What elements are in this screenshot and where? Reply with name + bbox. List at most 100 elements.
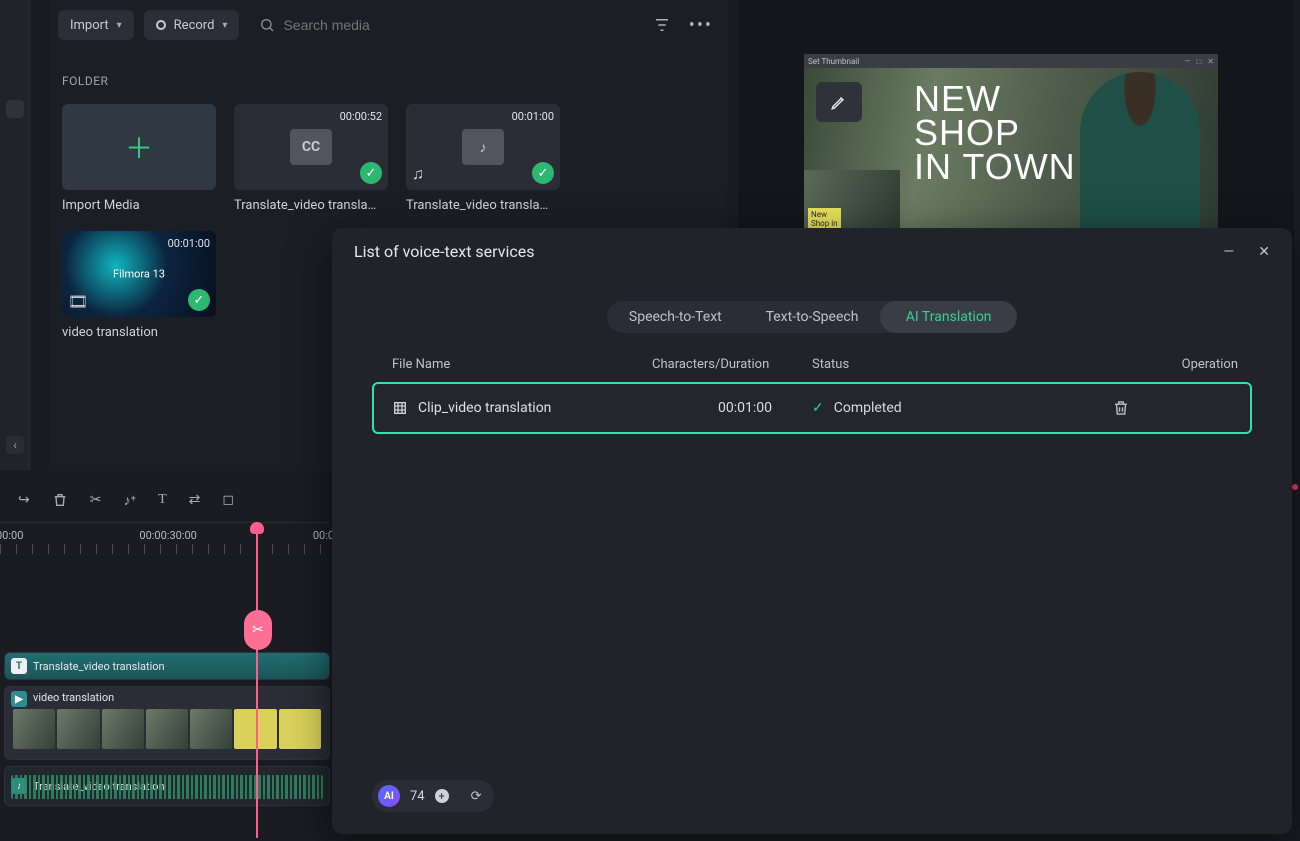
more-icon[interactable]: ••• bbox=[689, 15, 713, 36]
close-icon[interactable]: ✕ bbox=[1207, 57, 1214, 66]
subtitle-track[interactable]: T Translate_video translation bbox=[4, 652, 330, 680]
media-thumb[interactable]: 00:01:00 ♪ ♫ ✓ bbox=[406, 104, 560, 190]
timeline-ruler[interactable]: 00:00 00:00:30:00 00:0 bbox=[0, 522, 330, 564]
translate-icon[interactable]: ⇄ bbox=[189, 492, 201, 508]
plus-icon: ＋ bbox=[125, 127, 153, 167]
tab-speech-to-text[interactable]: Speech-to-Text bbox=[607, 301, 744, 333]
cc-icon: CC bbox=[290, 129, 332, 165]
modal-minimize-button[interactable]: — bbox=[1223, 244, 1234, 260]
refresh-icon[interactable]: ⟳ bbox=[471, 789, 482, 804]
person-graphic bbox=[1080, 72, 1200, 232]
track-type-icon: T bbox=[11, 658, 27, 674]
check-icon: ✓ bbox=[188, 289, 210, 311]
row-duration: 00:01:00 bbox=[652, 400, 812, 416]
modal-close-button[interactable]: ✕ bbox=[1258, 244, 1270, 260]
preview-titlebar: Set Thumbnail — □ ✕ bbox=[804, 54, 1218, 68]
row-status: ✓ Completed bbox=[812, 400, 1112, 416]
preview-window: Set Thumbnail — □ ✕ NewShop in NEW SHOP … bbox=[804, 54, 1218, 234]
split-handle[interactable]: ✂ bbox=[244, 610, 272, 650]
media-name: Translate_video transla… bbox=[406, 198, 560, 213]
record-dropdown[interactable]: Record ▾ bbox=[144, 10, 240, 40]
preview-headline: NEW SHOP IN TOWN bbox=[914, 82, 1076, 185]
filter-icon[interactable] bbox=[653, 16, 671, 34]
modal-title: List of voice-text services bbox=[354, 242, 534, 261]
crop-icon[interactable]: ◻ bbox=[222, 492, 234, 508]
media-thumb[interactable]: 00:01:00 Filmora 13 🎞 ✓ bbox=[62, 231, 216, 317]
record-label: Record bbox=[174, 18, 215, 33]
brand-text: Filmora 13 bbox=[113, 268, 165, 281]
add-credits-button[interactable]: + bbox=[435, 789, 449, 803]
rail-collapse-btn[interactable]: ‹ bbox=[6, 436, 24, 454]
modal-header: List of voice-text services — ✕ bbox=[332, 228, 1292, 275]
redo-icon[interactable]: ↪ bbox=[18, 492, 30, 508]
audio-track[interactable]: ♪ Translate_video translation bbox=[4, 766, 330, 806]
credits-count: 74 bbox=[410, 789, 425, 804]
voice-text-services-modal: List of voice-text services — ✕ Speech-t… bbox=[332, 228, 1292, 834]
col-duration: Characters/Duration bbox=[652, 357, 812, 372]
table-row[interactable]: Clip_video translation 00:01:00 ✓ Comple… bbox=[372, 382, 1252, 434]
record-icon bbox=[156, 20, 166, 30]
ruler-tick: 00:0 bbox=[313, 529, 334, 542]
duration-badge: 00:01:00 bbox=[168, 237, 210, 250]
ruler-tick: 00:00:30:00 bbox=[139, 529, 196, 542]
pip-tag: NewShop in bbox=[808, 208, 841, 230]
row-delete-button[interactable] bbox=[1112, 399, 1238, 417]
col-file: File Name bbox=[392, 357, 652, 372]
modal-tabs: Speech-to-Text Text-to-Speech AI Transla… bbox=[607, 301, 1017, 333]
duration-badge: 00:01:00 bbox=[512, 110, 554, 123]
media-name: Translate_video transla… bbox=[234, 198, 388, 213]
left-tool-rail bbox=[0, 0, 30, 470]
pip-thumbnail: NewShop in bbox=[804, 170, 900, 234]
ai-icon: AI bbox=[378, 785, 400, 807]
media-item[interactable]: 00:00:52 CC ✓ Translate_video transla… bbox=[234, 104, 388, 213]
notification-dot bbox=[1292, 484, 1298, 490]
check-icon: ✓ bbox=[532, 162, 554, 184]
minimize-icon[interactable]: — bbox=[1184, 57, 1190, 66]
search-wrap bbox=[249, 17, 642, 33]
chevron-down-icon: ▾ bbox=[117, 20, 122, 31]
timeline-toolbar: ↪ ✂ ♪⁺ T ⇄ ◻ bbox=[0, 482, 330, 518]
media-item-import[interactable]: ＋ Import Media bbox=[62, 104, 216, 213]
audio-file-icon: ♪ bbox=[462, 129, 504, 165]
preview-frame: NewShop in NEW SHOP IN TOWN bbox=[804, 68, 1218, 234]
preview-title: Set Thumbnail bbox=[808, 57, 859, 66]
media-name: video translation bbox=[62, 325, 216, 340]
playhead[interactable] bbox=[256, 522, 258, 838]
tab-text-to-speech[interactable]: Text-to-Speech bbox=[744, 301, 881, 333]
row-file: Clip_video translation bbox=[392, 400, 652, 416]
search-input[interactable] bbox=[283, 17, 483, 33]
import-label: Import bbox=[70, 18, 109, 33]
music-note-icon: ♫ bbox=[412, 164, 424, 184]
media-item[interactable]: 00:01:00 ♪ ♫ ✓ Translate_video transla… bbox=[406, 104, 560, 213]
media-thumb[interactable]: 00:00:52 CC ✓ bbox=[234, 104, 388, 190]
table-header: File Name Characters/Duration Status Ope… bbox=[332, 333, 1292, 382]
edit-thumbnail-button[interactable] bbox=[816, 82, 862, 122]
import-thumb[interactable]: ＋ bbox=[62, 104, 216, 190]
ruler-tick: 00:00 bbox=[0, 529, 23, 542]
media-topbar: Import ▾ Record ▾ ••• bbox=[50, 0, 727, 50]
track-label: Translate_video translation bbox=[33, 660, 165, 673]
track-label: video translation bbox=[33, 691, 114, 704]
text-icon[interactable]: T bbox=[158, 492, 167, 508]
import-dropdown[interactable]: Import ▾ bbox=[58, 10, 134, 40]
video-track[interactable]: ▶ video translation bbox=[4, 686, 330, 760]
timeline-tracks: T Translate_video translation ▶ video tr… bbox=[4, 652, 330, 812]
col-operation: Operation bbox=[1112, 357, 1252, 372]
check-icon: ✓ bbox=[360, 162, 382, 184]
media-item[interactable]: 00:01:00 Filmora 13 🎞 ✓ video translatio… bbox=[62, 231, 216, 340]
video-frames bbox=[13, 709, 321, 749]
search-icon bbox=[259, 17, 275, 33]
tab-ai-translation[interactable]: AI Translation bbox=[880, 301, 1017, 333]
ai-credits-chip[interactable]: AI 74 + ⟳ bbox=[372, 780, 494, 812]
music-split-icon[interactable]: ♪⁺ bbox=[123, 492, 136, 509]
duration-badge: 00:00:52 bbox=[340, 110, 382, 123]
media-name: Import Media bbox=[62, 198, 216, 213]
col-status: Status bbox=[812, 357, 1112, 372]
chevron-down-icon: ▾ bbox=[222, 20, 227, 31]
maximize-icon[interactable]: □ bbox=[1196, 57, 1201, 66]
filmstrip-icon bbox=[392, 400, 408, 416]
filmstrip-icon: 🎞 bbox=[68, 292, 88, 311]
scissors-icon[interactable]: ✂ bbox=[90, 492, 102, 508]
rail-item[interactable] bbox=[6, 100, 24, 118]
trash-icon[interactable] bbox=[52, 492, 68, 508]
